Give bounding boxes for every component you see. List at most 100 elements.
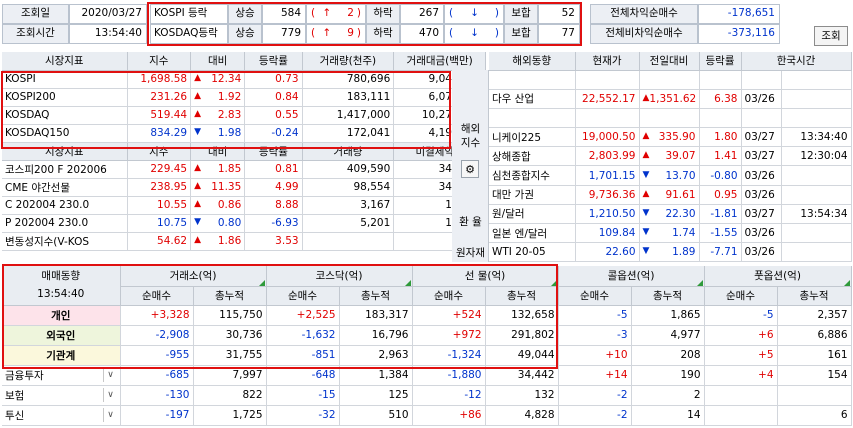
query-date-field[interactable]: 2020/03/27	[69, 4, 147, 24]
net-buy-value	[704, 385, 778, 406]
net-buy-value: +3,328	[120, 305, 194, 326]
investor-name: 외국인	[46, 329, 76, 342]
overseas-table: 해외동향 현재가 전일대비 등락률 한국시간 다우 산업 22,552.17 ▲ 1,351.…	[489, 52, 852, 263]
investor-name-cell: 외국인	[2, 325, 121, 346]
chevron-down-icon[interactable]: ∨	[102, 387, 118, 402]
query-time-label: 조회시간	[2, 24, 69, 44]
derivative-header-0: 시장지표	[2, 142, 128, 161]
overseas-row[interactable]: 니케이225 19,000.50 ▲ 335.90 1.80 03/27 13:34:40	[489, 127, 852, 148]
market-row[interactable]: KOSPI1,698.58▲12.340.73780,6969,042,530	[2, 70, 486, 89]
overseas-diff-value: 1.89	[672, 246, 696, 259]
net-buy-value: -685	[120, 365, 194, 386]
derivative-diff: ▲ 1.86	[190, 232, 246, 251]
net-buy-value: -1,324	[412, 345, 486, 366]
overseas-time	[781, 185, 852, 205]
market-row[interactable]: KOSDAQ150834.29▼1.98-0.24172,0414,195,89…	[2, 124, 486, 143]
market-rate: 0.73	[244, 70, 303, 89]
overseas-row[interactable]	[489, 108, 852, 129]
market-index: 1,698.58	[127, 70, 192, 89]
derivative-volume: 3,167	[302, 196, 395, 215]
investor-name-cell: 보험 ∨	[2, 385, 121, 406]
net-buy-value: -2	[558, 385, 632, 406]
overseas-diff-value: 91.61	[665, 188, 696, 201]
net-buy-value: +972	[412, 325, 486, 346]
trading-row[interactable]: 개인 +3,328 115,750 +2,525 183,317 +524 132,658-…	[2, 305, 852, 326]
kospi-up-label: 상승	[228, 4, 262, 24]
overseas-row[interactable]: 대만 가권 9,736.36 ▲ 91.61 0.95 03/26	[489, 185, 852, 205]
derivative-volume: 98,554	[302, 178, 395, 197]
derivative-name: 코스피200 F 202006	[2, 160, 128, 179]
cumulative-value: 2,357	[777, 305, 852, 326]
net-buy-header: 순매수	[120, 286, 194, 306]
chevron-down-icon[interactable]: ∨	[102, 367, 118, 382]
exchange-rate-label: 환 율	[459, 216, 482, 228]
overseas-row[interactable]: 원/달러 1,210.50 ▼ 22.30 -1.81 03/27 13:54:34	[489, 204, 852, 225]
trading-row[interactable]: 투신 ∨ -197 1,725 -32 510 +86 4,828 -2 14 6	[2, 405, 852, 426]
market-row[interactable]: KOSPI200231.26▲1.920.84183,1116,078,651	[2, 88, 486, 107]
derivative-row[interactable]: C 202004 230.010.55▲0.868.883,16714,553	[2, 196, 486, 215]
overseas-row[interactable]: WTI 20-05 22.60 ▼ 1.89 -7.71 03/26	[489, 242, 852, 263]
overseas-date: 03/27	[741, 204, 782, 225]
trading-row[interactable]: 보험 ∨ -130 822 -15 125 -12 132 -2 2	[2, 385, 852, 406]
market-volume: 780,696	[302, 70, 395, 89]
overseas-diff-value: 1.74	[672, 227, 696, 240]
overseas-price: 22.60	[575, 242, 640, 263]
overseas-price: 9,736.36	[575, 185, 640, 205]
overseas-row[interactable]: 심천종합지수 1,701.15 ▼ 13.70 -0.80 03/26	[489, 165, 852, 186]
derivative-index: 10.75	[127, 214, 192, 233]
overseas-diff-value: 13.70	[665, 169, 696, 182]
cumulative-value: 14	[631, 405, 705, 426]
trading-title: 매매동향	[41, 270, 81, 283]
overseas-header-time: 한국시간	[741, 52, 852, 71]
market-name: KOSPI200	[2, 88, 128, 107]
net-buy-value: -1,632	[266, 325, 340, 346]
cumulative-header: 총누적	[339, 286, 413, 306]
kosdaq-up-limit-value: 9	[347, 27, 354, 39]
overseas-time	[781, 108, 852, 129]
cumulative-value: 154	[777, 365, 852, 386]
net-buy-value: -15	[266, 385, 340, 406]
kospi-advance-label: KOSPI 등락	[150, 4, 228, 24]
market-row[interactable]: KOSDAQ519.44▲2.830.551,417,00010,272,353	[2, 106, 486, 125]
query-button[interactable]: 조회	[814, 26, 848, 46]
net-buy-value: +86	[412, 405, 486, 426]
overseas-row[interactable]: 상해종합 2,803.99 ▲ 39.07 1.41 03/27 12:30:04	[489, 146, 852, 167]
gear-icon[interactable]: ⚙	[461, 160, 479, 178]
market-rate: 0.84	[244, 88, 303, 107]
cumulative-value: 1,725	[193, 405, 267, 426]
net-buy-header: 순매수	[558, 286, 632, 306]
derivative-row[interactable]: 변동성지수(V-KOS54.62▲1.863.530	[2, 232, 486, 251]
derivative-diff: ▼ 0.80	[190, 214, 246, 233]
market-header-0: 시장지표	[2, 52, 128, 71]
derivative-row[interactable]: 코스피200 F 202006229.45▲1.850.81409,590344…	[2, 160, 486, 179]
kospi-flat-label: 보합	[504, 4, 538, 24]
overseas-row[interactable]: 다우 산업 22,552.17 ▲ 1,351.62 6.38 03/26	[489, 89, 852, 109]
overseas-rate: -0.80	[699, 165, 742, 186]
up-arrow-icon: ↑	[322, 7, 332, 19]
overseas-row[interactable]	[489, 70, 852, 90]
investor-name-cell: 금융투자 ∨	[2, 365, 121, 386]
cumulative-value: 7,997	[193, 365, 267, 386]
investor-name-cell: 투신 ∨	[2, 405, 121, 426]
cumulative-value	[777, 385, 852, 406]
overseas-date: 03/26	[741, 242, 782, 263]
derivative-row[interactable]: CME 야간선물238.95▲11.354.9998,554344,847	[2, 178, 486, 197]
net-buy-header: 순매수	[266, 286, 340, 306]
derivative-row[interactable]: P 202004 230.010.75▼0.80-6.935,20114,142	[2, 214, 486, 233]
corner-triangle-icon	[550, 279, 557, 285]
trading-row[interactable]: 기관계 -955 31,755 -851 2,963 -1,324 49,044 +10 208…	[2, 345, 852, 366]
overseas-row[interactable]: 일본 엔/달러 109.84 ▼ 1.74 -1.55 03/26	[489, 223, 852, 244]
overseas-time: 13:54:34	[781, 204, 852, 225]
trading-row[interactable]: 외국인 -2,908 30,736 -1,632 16,796 +972 291,802 -3…	[2, 325, 852, 346]
overseas-diff-value: 22.30	[665, 207, 696, 220]
net-buy-value: +5	[704, 345, 778, 366]
trading-row[interactable]: 금융투자 ∨ -685 7,997 -648 1,384 -1,880 34,442 +14 19…	[2, 365, 852, 386]
cumulative-value: 132	[485, 385, 559, 406]
market-diff-value: 2.83	[217, 109, 242, 121]
cumulative-value: 2	[631, 385, 705, 406]
derivative-diff: ▲ 11.35	[190, 178, 246, 197]
market-name: KOSDAQ	[2, 106, 128, 125]
overseas-rate: -1.81	[699, 204, 742, 225]
chevron-down-icon[interactable]: ∨	[102, 407, 118, 422]
overseas-name	[489, 70, 576, 90]
